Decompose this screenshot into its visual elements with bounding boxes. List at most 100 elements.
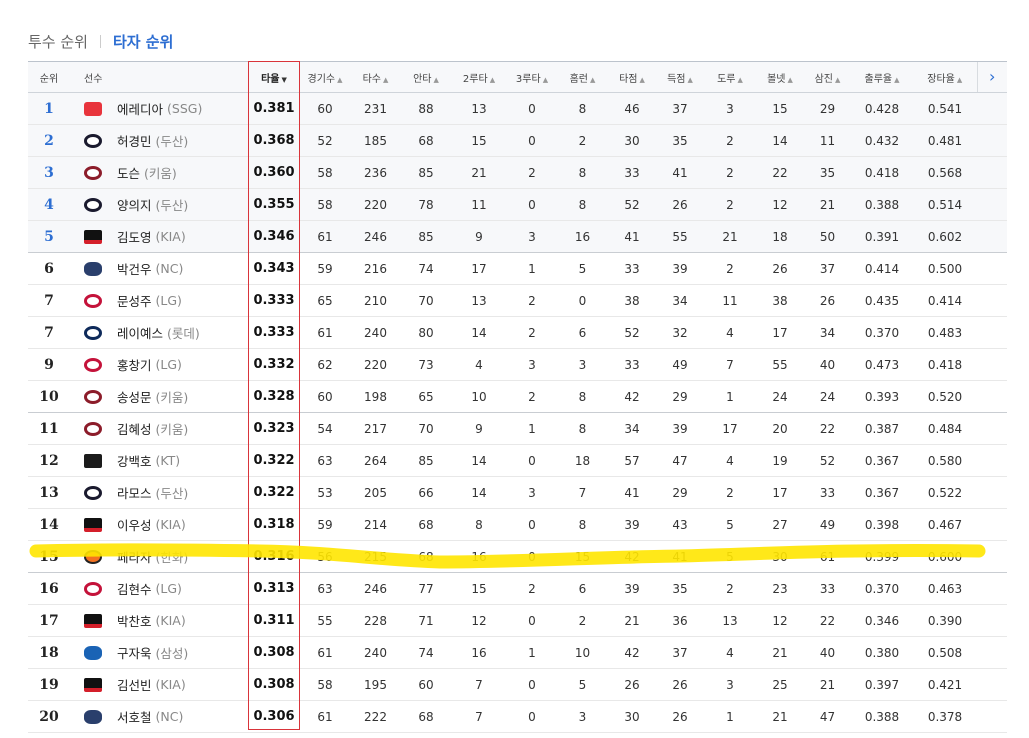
player-name[interactable]: 라모스 (117, 486, 152, 501)
player-team: (NC) (155, 261, 184, 276)
table-row[interactable]: 7 레이예스 (롯데) 0.333 61 240 80 14 2 6 52 32 4 17 34 0.370 0… (28, 316, 1007, 349)
rank-cell: 6 (28, 252, 70, 285)
table-row[interactable]: 13 라모스 (두산) 0.322 53 205 66 14 3 7 41 29 2 17 33 0.367 0… (28, 476, 1007, 509)
player-name[interactable]: 김현수 (117, 582, 152, 597)
header-runs[interactable]: 득점 ▲ (656, 61, 704, 93)
runs-cell: 39 (656, 252, 704, 285)
player-name[interactable]: 강백호 (117, 454, 152, 469)
player-name[interactable]: 서호철 (117, 710, 152, 725)
header-rbi[interactable]: 타점 ▲ (608, 61, 656, 93)
table-row[interactable]: 11 김혜성 (키움) 0.323 54 217 70 9 1 8 34 39 17 20 22 0.387 0… (28, 412, 1007, 445)
player-name[interactable]: 박찬호 (117, 614, 152, 629)
player-name[interactable]: 김도영 (117, 230, 152, 245)
player-name[interactable]: 구자욱 (117, 646, 152, 661)
table-header-row: 순위 선수 타율 ▼ 경기수 ▲ 타수 ▲ 안타 ▲ 2루타 ▲ 3루타 ▲ 홈런 ▲ 타점 ▲… (28, 61, 1007, 93)
header-hits[interactable]: 안타 ▲ (401, 61, 451, 93)
header-games[interactable]: 경기수 ▲ (300, 61, 350, 93)
player-cell[interactable]: 양의지 (두산) (70, 188, 248, 221)
player-cell[interactable]: 에레디아 (SSG) (70, 92, 248, 125)
player-cell[interactable]: 이우성 (KIA) (70, 508, 248, 541)
games-cell: 61 (300, 636, 350, 669)
table-row[interactable]: 1 에레디아 (SSG) 0.381 60 231 88 13 0 8 46 37 3 15 29 0.428… (28, 92, 1007, 125)
header-obp[interactable]: 출루율 ▲ (851, 61, 913, 93)
player-name[interactable]: 이우성 (117, 518, 152, 533)
runs-cell: 34 (656, 284, 704, 317)
player-cell[interactable]: 박찬호 (KIA) (70, 604, 248, 637)
hits-cell: 88 (401, 92, 451, 125)
player-cell[interactable]: 서호철 (NC) (70, 700, 248, 733)
table-row[interactable]: 10 송성문 (키움) 0.328 60 198 65 10 2 8 42 29 1 24 24 0.393 0… (28, 380, 1007, 413)
player-name[interactable]: 문성주 (117, 294, 152, 309)
kia-logo-icon (84, 613, 102, 628)
table-row[interactable]: 16 김현수 (LG) 0.313 63 246 77 15 2 6 39 35 2 23 33 0.370 0… (28, 572, 1007, 605)
player-cell[interactable]: 허경민 (두산) (70, 124, 248, 157)
runs-cell: 35 (656, 572, 704, 605)
player-name[interactable]: 도슨 (117, 166, 140, 181)
hr-cell: 8 (557, 508, 608, 541)
hr-cell: 3 (557, 348, 608, 381)
header-hr[interactable]: 홈런 ▲ (557, 61, 608, 93)
rbi-cell: 39 (608, 572, 656, 605)
header-avg[interactable]: 타율 ▼ (248, 61, 300, 93)
player-cell[interactable]: 박건우 (NC) (70, 252, 248, 285)
table-row[interactable]: 9 홍창기 (LG) 0.332 62 220 73 4 3 3 33 49 7 55 40 0.473 0.4… (28, 348, 1007, 381)
ab-cell: 236 (350, 156, 401, 189)
player-name[interactable]: 박건우 (117, 262, 152, 277)
games-cell: 61 (300, 316, 350, 349)
sb-cell: 17 (704, 412, 756, 445)
table-row[interactable]: 15 페라자 (한화) 0.316 56 215 68 16 0 15 42 41 5 30 61 0.399… (28, 540, 1007, 573)
header-so[interactable]: 삼진 ▲ (804, 61, 851, 93)
header-ab[interactable]: 타수 ▲ (350, 61, 401, 93)
header-doubles[interactable]: 2루타 ▲ (451, 61, 507, 93)
table-row[interactable]: 6 박건우 (NC) 0.343 59 216 74 17 1 5 33 39 2 26 37 0.414 0.… (28, 252, 1007, 285)
avg-cell: 0.322 (248, 444, 300, 477)
table-row[interactable]: 14 이우성 (KIA) 0.318 59 214 68 8 0 8 39 43 5 27 49 0.398 0… (28, 508, 1007, 541)
player-name[interactable]: 김혜성 (117, 422, 152, 437)
player-name[interactable]: 에레디아 (117, 102, 163, 117)
rank-cell: 14 (28, 508, 70, 541)
player-cell[interactable]: 김현수 (LG) (70, 572, 248, 605)
tab-batter-ranking[interactable]: 타자 순위 (113, 31, 173, 52)
table-row[interactable]: 2 허경민 (두산) 0.368 52 185 68 15 0 2 30 35 2 14 11 0.432 0.… (28, 124, 1007, 157)
player-cell[interactable]: 레이예스 (롯데) (70, 316, 248, 349)
hr-cell: 2 (557, 124, 608, 157)
table-row[interactable]: 17 박찬호 (KIA) 0.311 55 228 71 12 0 2 21 36 13 12 22 0.34… (28, 604, 1007, 637)
table-row[interactable]: 7 문성주 (LG) 0.333 65 210 70 13 2 0 38 34 11 38 26 0.435 0… (28, 284, 1007, 317)
player-name[interactable]: 레이예스 (117, 326, 163, 341)
table-row[interactable]: 20 서호철 (NC) 0.306 61 222 68 7 0 3 30 26 1 21 47 0.388 0.… (28, 700, 1007, 733)
player-cell[interactable]: 김선빈 (KIA) (70, 668, 248, 701)
player-name[interactable]: 김선빈 (117, 678, 152, 693)
next-columns-button[interactable]: › (976, 61, 1007, 93)
rank-cell: 3 (28, 156, 70, 189)
header-bb[interactable]: 볼넷 ▲ (756, 61, 804, 93)
header-triples[interactable]: 3루타 ▲ (507, 61, 557, 93)
player-cell[interactable]: 강백호 (KT) (70, 444, 248, 477)
player-name[interactable]: 홍창기 (117, 358, 152, 373)
player-cell[interactable]: 도슨 (키움) (70, 156, 248, 189)
player-cell[interactable]: 송성문 (키움) (70, 380, 248, 413)
player-name[interactable]: 허경민 (117, 134, 152, 149)
triples-cell: 0 (507, 508, 557, 541)
header-sb[interactable]: 도루 ▲ (704, 61, 756, 93)
player-name[interactable]: 페라자 (117, 550, 152, 565)
player-cell[interactable]: 문성주 (LG) (70, 284, 248, 317)
table-row[interactable]: 12 강백호 (KT) 0.322 63 264 85 14 0 18 57 47 4 19 52 0.367… (28, 444, 1007, 477)
player-cell[interactable]: 김도영 (KIA) (70, 220, 248, 253)
player-cell[interactable]: 홍창기 (LG) (70, 348, 248, 381)
table-row[interactable]: 18 구자욱 (삼성) 0.308 61 240 74 16 1 10 42 37 4 21 40 0.380… (28, 636, 1007, 669)
player-cell[interactable]: 라모스 (두산) (70, 476, 248, 509)
player-name[interactable]: 송성문 (117, 390, 152, 405)
table-row[interactable]: 4 양의지 (두산) 0.355 58 220 78 11 0 8 52 26 2 12 21 0.388 0.… (28, 188, 1007, 221)
table-row[interactable]: 3 도슨 (키움) 0.360 58 236 85 21 2 8 33 41 2 22 35 0.418 0.5… (28, 156, 1007, 189)
sb-cell: 2 (704, 572, 756, 605)
games-cell: 62 (300, 348, 350, 381)
player-cell[interactable]: 김혜성 (키움) (70, 412, 248, 445)
player-cell[interactable]: 구자욱 (삼성) (70, 636, 248, 669)
player-cell[interactable]: 페라자 (한화) (70, 540, 248, 573)
table-row[interactable]: 5 김도영 (KIA) 0.346 61 246 85 9 3 16 41 55 21 18 50 0.391… (28, 220, 1007, 253)
tab-pitcher-ranking[interactable]: 투수 순위 (28, 31, 88, 52)
table-row[interactable]: 19 김선빈 (KIA) 0.308 58 195 60 7 0 5 26 26 3 25 21 0.397 0… (28, 668, 1007, 701)
header-slg[interactable]: 장타율 ▲ (913, 61, 977, 93)
player-name[interactable]: 양의지 (117, 198, 152, 213)
empty-cell (977, 476, 1007, 509)
